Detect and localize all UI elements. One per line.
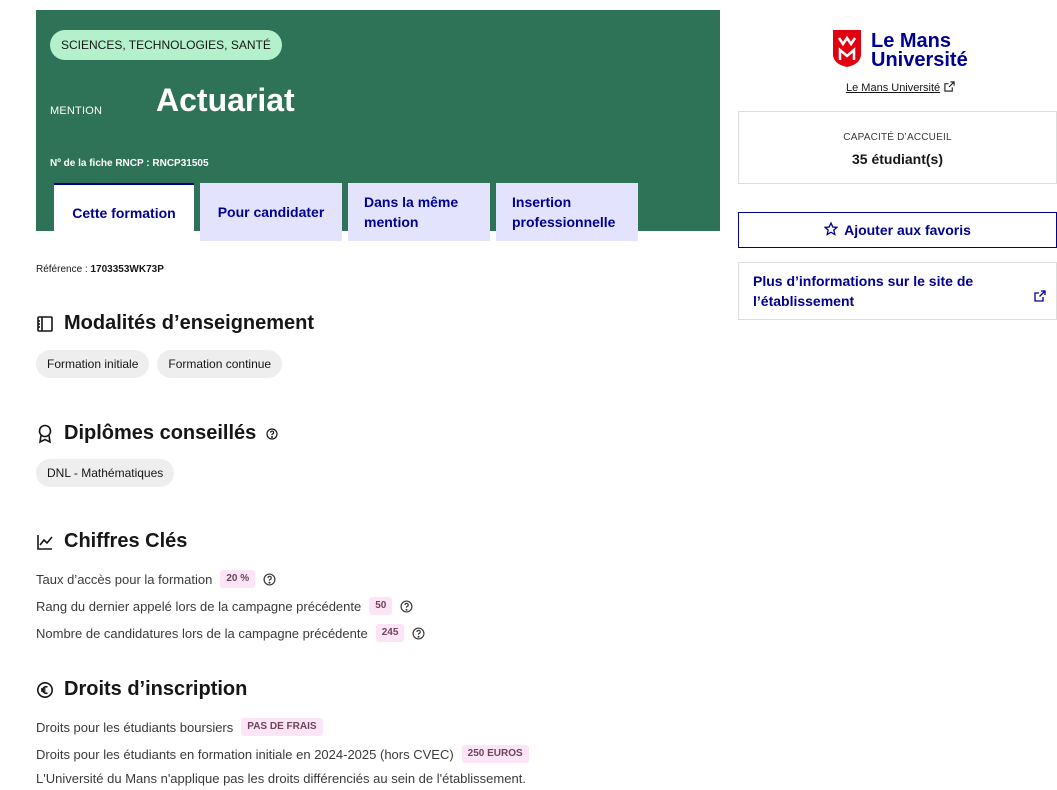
- add-to-favorites-button[interactable]: Ajouter aux favoris: [738, 212, 1057, 248]
- chip: Formation initiale: [36, 350, 150, 378]
- more-info-link[interactable]: Plus d’informations sur le site de l’éta…: [738, 262, 1057, 320]
- tab-label: Cette formation: [72, 205, 176, 221]
- external-link-icon: [1034, 287, 1046, 307]
- favorites-label: Ajouter aux favoris: [844, 222, 971, 238]
- rncp-number: Nº de la fiche RNCP : RNCP31505: [50, 158, 209, 169]
- capacity-label: CAPACITÉ D’ACCUEIL: [843, 132, 952, 143]
- page-title: Actuariat: [156, 82, 295, 118]
- university-link-text: Le Mans Université: [846, 82, 941, 94]
- chiffre-value-badge: 50: [369, 597, 393, 615]
- help-icon[interactable]: [266, 427, 278, 440]
- droit-value-badge: PAS DE FRAIS: [241, 718, 323, 736]
- help-icon[interactable]: [412, 626, 425, 640]
- droits-note: L'Université du Mans n'applique pas les …: [36, 771, 526, 786]
- euro-icon: [36, 681, 54, 699]
- chip: DNL - Mathématiques: [36, 459, 175, 487]
- help-icon[interactable]: [400, 599, 413, 613]
- chiffre-value-badge: 245: [375, 624, 405, 642]
- diplomes-chips: DNL - Mathématiques: [36, 459, 175, 487]
- university-crest-icon: [831, 28, 863, 73]
- section-title-text: Diplômes conseillés: [64, 422, 257, 444]
- chiffre-row: Taux d’accès pour la formation 20 %: [36, 570, 276, 588]
- tab-bar: Cette formation Pour candidater Dans la …: [54, 183, 638, 241]
- droit-value-badge: 250 EUROS: [461, 745, 529, 763]
- tab-label: Pour candidater: [217, 204, 325, 220]
- chiffre-value-badge: 20 %: [220, 570, 256, 588]
- line-chart-icon: [36, 533, 54, 551]
- tab-insertion-professionnelle[interactable]: Insertion professionnelle: [496, 183, 638, 241]
- reference-value: 1703353WK73P: [90, 264, 164, 275]
- book-icon: [36, 315, 54, 333]
- tab-label: Dans la même mention: [364, 194, 459, 230]
- mention-label: MENTION: [50, 105, 103, 117]
- reference-label: Référence :: [36, 264, 88, 275]
- droit-row: Droits pour les étudiants en formation i…: [36, 745, 529, 763]
- reference: Référence : 1703353WK73P: [36, 264, 164, 275]
- domain-tag: SCIENCES, TECHNOLOGIES, SANTÉ: [50, 30, 282, 60]
- section-modalites-title: Modalités d’enseignement: [36, 312, 314, 335]
- section-droits-title: Droits d’inscription: [36, 678, 247, 701]
- droit-label: Droits pour les étudiants boursiers: [36, 719, 234, 735]
- modalites-chips: Formation initiale Formation continue: [36, 350, 283, 378]
- section-diplomes-title: Diplômes conseillés: [36, 422, 278, 445]
- tab-meme-mention[interactable]: Dans la même mention: [348, 183, 490, 241]
- droit-row: Droits pour les étudiants boursiers PAS …: [36, 718, 323, 736]
- chiffre-label: Nombre de candidatures lors de la campag…: [36, 625, 368, 641]
- tab-label: Insertion professionnelle: [512, 194, 616, 230]
- chiffre-row: Rang du dernier appelé lors de la campag…: [36, 597, 413, 615]
- more-info-text: Plus d’informations sur le site de l’éta…: [753, 273, 974, 309]
- star-icon: [823, 220, 839, 239]
- droits-note-text: L'Université du Mans n'applique pas les …: [36, 771, 526, 786]
- section-chiffres-title: Chiffres Clés: [36, 530, 187, 553]
- formation-header: SCIENCES, TECHNOLOGIES, SANTÉ MENTION Ac…: [36, 10, 720, 241]
- chiffre-row: Nombre de candidatures lors de la campag…: [36, 624, 425, 642]
- tab-cette-formation[interactable]: Cette formation: [54, 183, 194, 241]
- logo-line-1: Le Mans: [871, 29, 952, 52]
- external-link-icon: [944, 81, 955, 95]
- chiffre-label: Taux d’accès pour la formation: [36, 571, 213, 587]
- logo-line-2: Université: [871, 48, 968, 71]
- help-icon[interactable]: [263, 572, 276, 586]
- chip: Formation continue: [157, 350, 283, 378]
- chiffre-label: Rang du dernier appelé lors de la campag…: [36, 598, 362, 614]
- section-title-text: Chiffres Clés: [64, 530, 188, 552]
- capacity-value: 35 étudiant(s): [851, 151, 943, 167]
- award-icon: [36, 424, 54, 444]
- section-title-text: Modalités d’enseignement: [64, 312, 315, 334]
- section-title-text: Droits d’inscription: [64, 678, 248, 700]
- university-link[interactable]: Le Mans Université: [846, 81, 955, 95]
- university-logo: Le Mans Université: [831, 28, 968, 73]
- tab-pour-candidater[interactable]: Pour candidater: [200, 183, 342, 241]
- droit-label: Droits pour les étudiants en formation i…: [36, 746, 454, 762]
- capacity-card: CAPACITÉ D’ACCUEIL 35 étudiant(s): [738, 111, 1057, 184]
